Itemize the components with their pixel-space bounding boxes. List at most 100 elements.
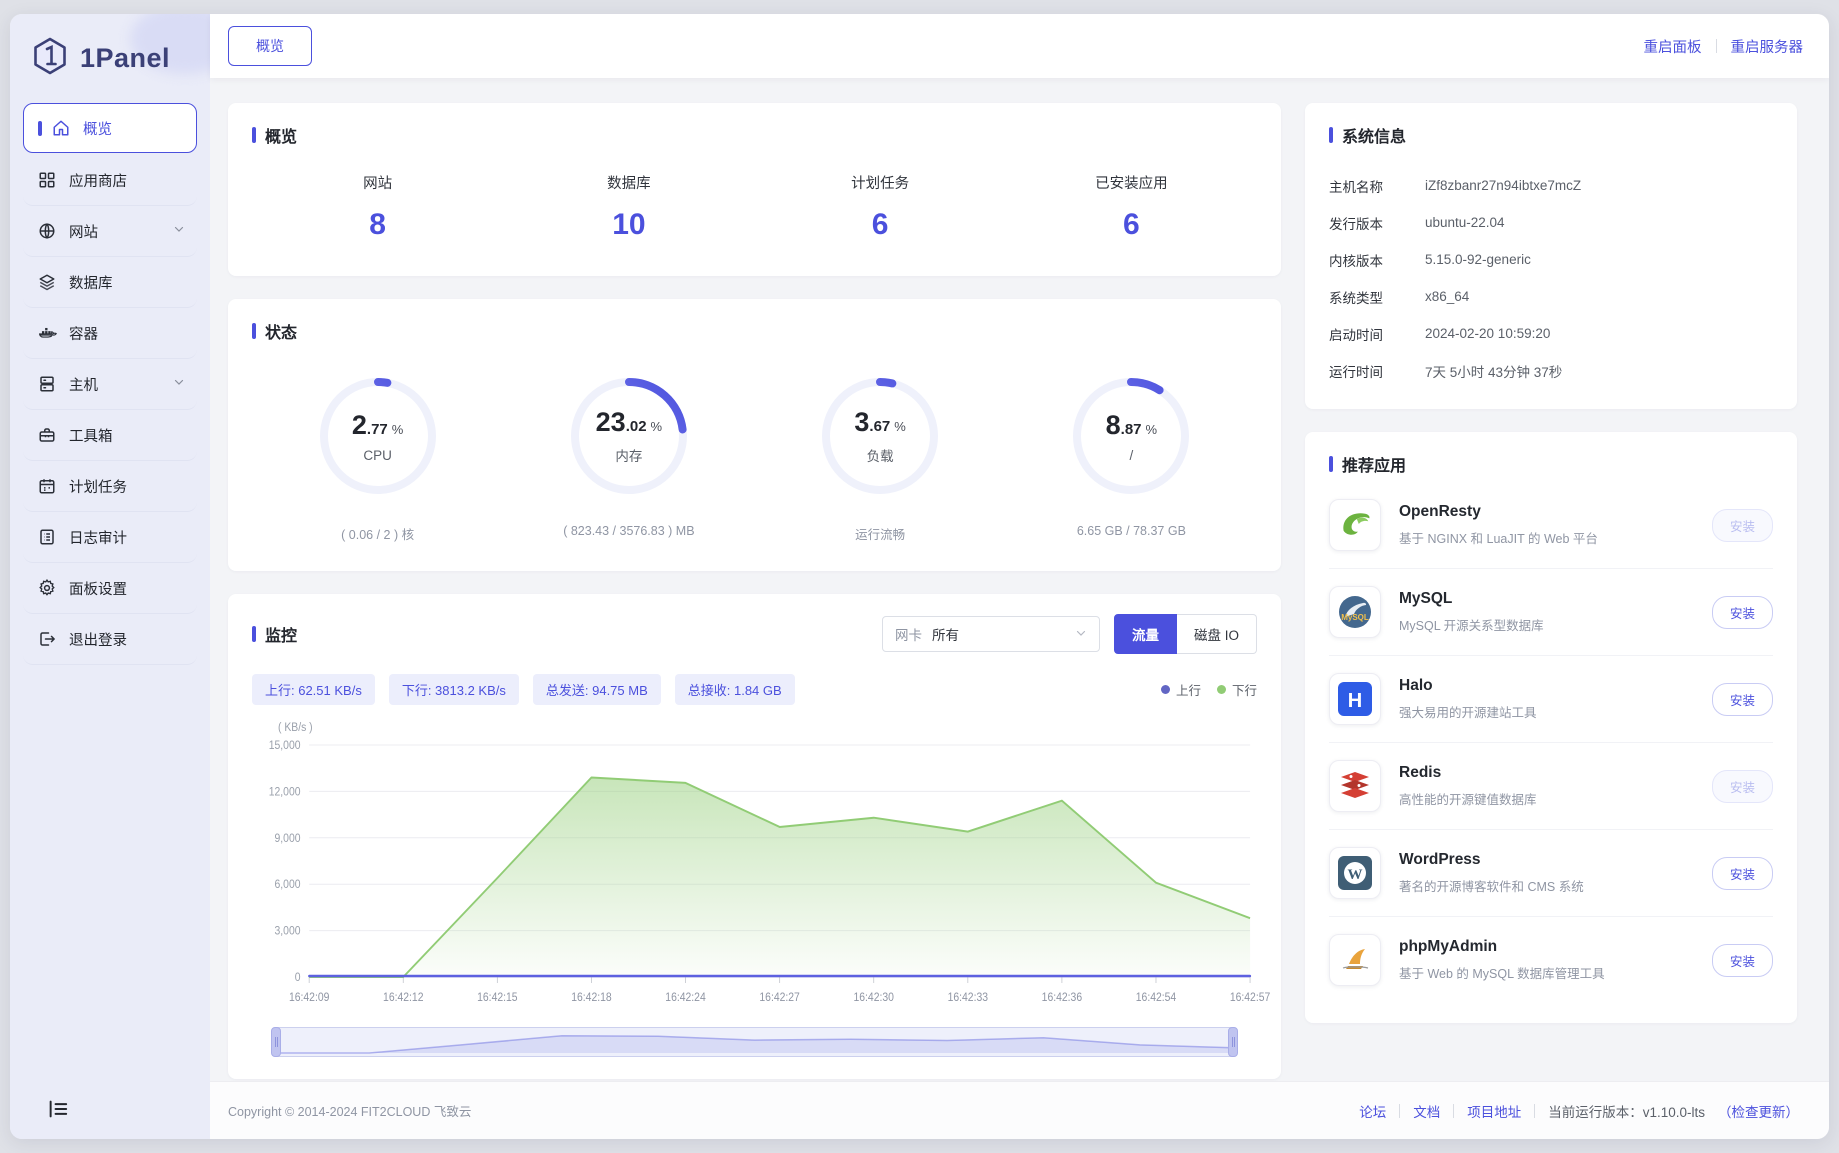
version-label: 当前运行版本：v1.10.0-lts — [1548, 1101, 1705, 1121]
install-halo-button[interactable]: 安装 — [1712, 683, 1773, 716]
topbar: 概览 重启面板 重启服务器 — [210, 14, 1829, 78]
svg-text:9,000: 9,000 — [275, 832, 301, 845]
svg-text:15,000: 15,000 — [269, 739, 301, 752]
svg-text:H: H — [1348, 690, 1362, 712]
status-card: 状态 2.77% CPU — [228, 299, 1281, 571]
monitor-mode-switch: 流量 磁盘 IO — [1114, 614, 1257, 654]
total-received-badge: 总接收: 1.84 GB — [675, 674, 795, 705]
database-icon — [37, 272, 57, 292]
data-zoom-slider[interactable] — [272, 1027, 1237, 1057]
traffic-mode-button[interactable]: 流量 — [1114, 614, 1177, 654]
install-phpmyadmin-button[interactable]: 安装 — [1712, 944, 1773, 977]
info-row-hostname: 主机名称 iZf8zbanr27n94ibtxe7mcZ — [1329, 167, 1773, 204]
divider — [1716, 39, 1717, 53]
chevron-down-icon — [1075, 627, 1087, 642]
sidebar-item-settings[interactable]: 面板设置 — [23, 563, 197, 614]
sidebar-item-logout[interactable]: 退出登录 — [23, 614, 197, 665]
stat-cronjobs[interactable]: 计划任务 6 — [755, 172, 1006, 242]
sidebar-item-label: 网站 — [69, 221, 98, 242]
app-logo[interactable]: 1Panel — [10, 14, 210, 99]
app-item-mysql: MySQL MySQL MySQL 开源关系型数据库 安装 — [1329, 569, 1773, 656]
install-openresty-button: 安装 — [1712, 509, 1773, 542]
docs-link[interactable]: 文档 — [1413, 1101, 1440, 1121]
logo-icon — [30, 36, 70, 81]
legend-download[interactable]: 下行 — [1217, 680, 1257, 699]
app-item-redis: Redis 高性能的开源键值数据库 安装 — [1329, 743, 1773, 830]
sidebar-item-database[interactable]: 数据库 — [23, 257, 197, 308]
sidebar-item-label: 概览 — [83, 118, 112, 139]
svg-text:16:42:18: 16:42:18 — [571, 991, 611, 1004]
project-link[interactable]: 项目地址 — [1467, 1101, 1521, 1121]
phpmyadmin-icon — [1329, 934, 1381, 986]
svg-text:12,000: 12,000 — [269, 786, 301, 799]
sidebar-item-cronjob[interactable]: 计划任务 — [23, 461, 197, 512]
sidebar-item-label: 容器 — [69, 323, 98, 344]
legend-dot — [1161, 685, 1170, 694]
nic-select[interactable]: 网卡 所有 — [882, 616, 1100, 652]
info-row-arch: 系统类型 x86_64 — [1329, 278, 1773, 315]
legend-upload[interactable]: 上行 — [1161, 680, 1201, 699]
tab-overview[interactable]: 概览 — [228, 26, 312, 66]
svg-text:16:42:33: 16:42:33 — [948, 991, 988, 1004]
calendar-icon — [37, 476, 57, 496]
divider — [1399, 1104, 1400, 1118]
sidebar-item-label: 工具箱 — [69, 425, 113, 446]
gauge-caption: ( 823.43 / 3576.83 ) MB — [503, 524, 754, 538]
traffic-chart: ( KB/s ) 03,0006,0009,00012,00015,00016:… — [252, 715, 1257, 1057]
stat-label: 数据库 — [503, 172, 754, 193]
app-store-icon — [37, 170, 57, 190]
zoom-handle-right[interactable] — [1228, 1027, 1238, 1057]
disk-io-mode-button[interactable]: 磁盘 IO — [1177, 614, 1257, 654]
system-info-title: 系统信息 — [1329, 123, 1773, 147]
sidebar-item-host[interactable]: 主机 — [23, 359, 197, 410]
sidebar-item-logs[interactable]: 日志审计 — [23, 512, 197, 563]
info-row-distro: 发行版本 ubuntu-22.04 — [1329, 204, 1773, 241]
gauge-label: 负载 — [867, 445, 894, 465]
zoom-handle-left[interactable] — [271, 1027, 281, 1057]
svg-text:6,000: 6,000 — [275, 879, 301, 892]
gauge-label: 内存 — [615, 445, 642, 465]
sidebar-item-toolbox[interactable]: 工具箱 — [23, 410, 197, 461]
stat-value: 6 — [1006, 208, 1257, 242]
svg-text:MySQL: MySQL — [1341, 613, 1369, 622]
footer: Copyright © 2014-2024 FIT2CLOUD 飞致云 论坛 文… — [210, 1081, 1829, 1139]
container-icon — [37, 323, 57, 343]
gauge-caption: ( 0.06 / 2 ) 核 — [252, 524, 503, 543]
total-sent-badge: 总发送: 94.75 MB — [533, 674, 661, 705]
sidebar-item-overview[interactable]: 概览 — [23, 103, 197, 153]
stat-installed-apps[interactable]: 已安装应用 6 — [1006, 172, 1257, 242]
gauge-label: / — [1129, 448, 1133, 463]
install-redis-button: 安装 — [1712, 770, 1773, 803]
toolbox-icon — [37, 425, 57, 445]
stat-websites[interactable]: 网站 8 — [252, 172, 503, 242]
svg-text:16:42:12: 16:42:12 — [383, 991, 423, 1004]
app-item-wordpress: W WordPress 著名的开源博客软件和 CMS 系统 安装 — [1329, 830, 1773, 917]
title-accent-bar — [252, 323, 256, 339]
restart-server-link[interactable]: 重启服务器 — [1731, 36, 1804, 57]
app-window: 1Panel 概览 应用商店 网站 — [10, 14, 1829, 1139]
overview-card-title: 概览 — [252, 123, 1257, 147]
forum-link[interactable]: 论坛 — [1359, 1101, 1386, 1121]
gauge-memory: 23.02% 内存 ( 823.43 / 3576.83 ) MB — [503, 373, 754, 543]
sidebar-item-website[interactable]: 网站 — [23, 206, 197, 257]
info-row-kernel: 内核版本 5.15.0-92-generic — [1329, 241, 1773, 278]
collapse-sidebar-button[interactable] — [48, 1100, 68, 1123]
monitor-card-title: 监控 — [252, 622, 297, 646]
sidebar-item-container[interactable]: 容器 — [23, 308, 197, 359]
gauge-disk-root: 8.87% / 6.65 GB / 78.37 GB — [1006, 373, 1257, 543]
stat-databases[interactable]: 数据库 10 — [503, 172, 754, 242]
divider — [1534, 1104, 1535, 1118]
upload-rate-badge: 上行: 62.51 KB/s — [252, 674, 375, 705]
active-accent — [38, 121, 42, 136]
stat-label: 网站 — [252, 172, 503, 193]
restart-panel-link[interactable]: 重启面板 — [1644, 36, 1702, 57]
svg-text:16:42:36: 16:42:36 — [1042, 991, 1082, 1004]
sidebar-item-app-store[interactable]: 应用商店 — [23, 155, 197, 206]
install-wordpress-button[interactable]: 安装 — [1712, 857, 1773, 890]
check-update-link[interactable]: （检查更新） — [1718, 1101, 1799, 1121]
status-card-title: 状态 — [252, 319, 1257, 343]
openresty-icon — [1329, 499, 1381, 551]
install-mysql-button[interactable]: 安装 — [1712, 596, 1773, 629]
logout-icon — [37, 629, 57, 649]
svg-text:W: W — [1348, 867, 1363, 883]
